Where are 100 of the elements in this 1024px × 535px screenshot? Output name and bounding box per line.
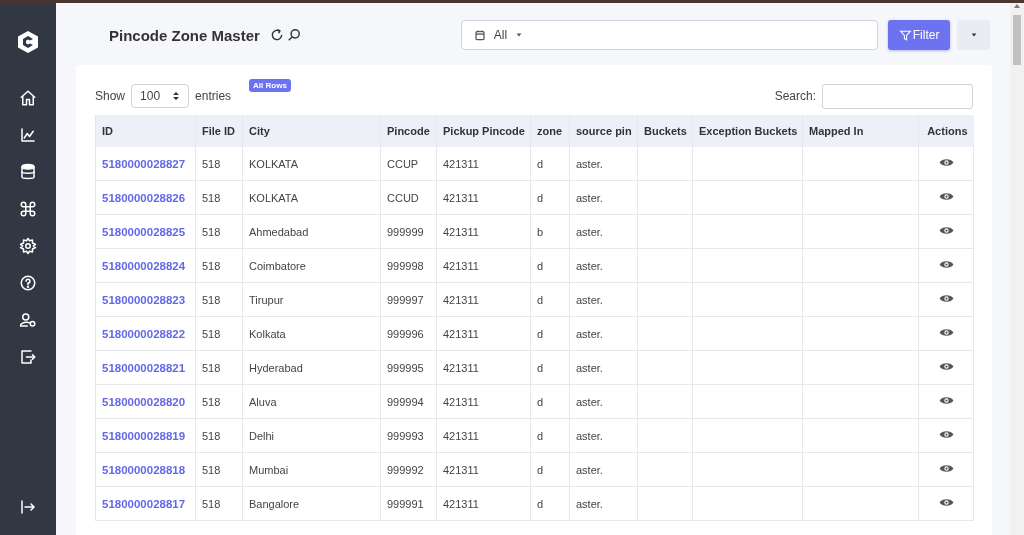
table-cell: 421311 [443,463,479,476]
calendar-icon [473,29,486,41]
table-cell: 518 [202,259,221,272]
table-cell: 421311 [443,361,479,374]
database-icon[interactable] [19,162,37,181]
filter-button[interactable]: Filter [888,20,950,50]
table-cell: 999996 [387,327,424,340]
view-icon[interactable] [938,429,954,440]
table-cell: 421311 [443,157,479,170]
table-cell: 421311 [443,225,479,238]
table-cell: 518 [202,463,221,476]
table-cell: Coimbatore [249,259,306,272]
column-header[interactable]: File ID [195,115,243,147]
command-icon[interactable] [19,199,37,218]
table-cell: 999992 [387,463,424,476]
table-cell: 421311 [443,497,479,510]
table-cell: 518 [202,225,221,238]
table-cell: aster. [576,395,603,408]
column-header[interactable]: Pickup Pincode [436,115,531,147]
caret-icon [515,31,524,39]
table-cell: 999997 [387,293,424,306]
table-cell: d [537,259,544,272]
table-cell: 999999 [387,225,424,238]
view-icon[interactable] [938,463,954,474]
view-icon[interactable] [938,157,954,168]
all-rows-badge[interactable]: All Rows [249,79,291,92]
table-cell: d [537,157,544,170]
column-header[interactable]: Buckets [637,115,693,147]
refresh-icon[interactable] [269,28,284,42]
table-cell: b [537,225,544,238]
table-cell: 421311 [443,191,479,204]
view-icon[interactable] [938,361,954,372]
scrollbar[interactable] [1010,3,1024,535]
show-label: Show [95,89,126,103]
table-cell: 518 [202,429,221,442]
table-cell: 421311 [443,395,479,408]
table-cell: KOLKATA [249,191,299,204]
table-cell: aster. [576,463,603,476]
column-header[interactable]: Mapped In [802,115,919,147]
table-cell: 421311 [443,259,479,272]
table-cell: aster. [576,429,603,442]
table-cell: 999998 [387,259,424,272]
date-filter[interactable]: All [460,20,879,50]
table-cell: d [537,191,544,204]
view-icon[interactable] [938,327,954,338]
view-icon[interactable] [938,225,954,236]
table-cell: aster. [576,327,603,340]
user-settings-icon[interactable] [19,310,37,329]
column-header[interactable]: zone [530,115,570,147]
table-cell: aster. [576,191,603,204]
table-cell: KOLKATA [249,157,299,170]
table-cell: 518 [202,191,221,204]
column-header[interactable]: Actions [918,115,974,147]
table-cell: 421311 [443,429,479,442]
table-cell: 518 [202,327,221,340]
column-header[interactable]: Pincode [380,115,437,147]
table-cell: aster. [576,157,603,170]
logout-icon[interactable] [19,497,37,516]
table-cell: d [537,395,544,408]
table-cell: d [537,497,544,510]
column-header[interactable]: source pin [569,115,638,147]
sort-arrows-icon [172,91,181,101]
search-field[interactable] [822,83,973,109]
table-cell: Delhi [249,429,275,442]
table-cell: 999994 [387,395,424,408]
table-cell: Kolkata [249,327,286,340]
scrollbar-thumb[interactable] [1013,15,1021,65]
table-cell: aster. [576,497,603,510]
page-title: Pincode Zone Master [109,26,260,44]
page-size-select[interactable]: 100 [131,84,190,108]
view-icon[interactable] [938,259,954,270]
table-cell: d [537,293,544,306]
table-cell: 518 [202,497,221,510]
table-cell: 518 [202,395,221,408]
table-cell: CCUP [387,157,419,170]
chart-icon[interactable] [19,125,37,144]
export-icon[interactable] [19,347,37,366]
table-cell: aster. [576,293,603,306]
column-header[interactable]: ID [95,115,196,147]
view-icon[interactable] [938,497,954,508]
help-icon[interactable] [19,273,37,292]
view-icon[interactable] [938,191,954,202]
home-icon[interactable] [19,88,37,107]
table-cell: aster. [576,259,603,272]
view-icon[interactable] [938,395,954,406]
settings-icon[interactable] [19,236,37,255]
table-cell: d [537,327,544,340]
table-cell: 518 [202,157,221,170]
table-cell: d [537,463,544,476]
view-icon[interactable] [938,293,954,304]
table-cell: Aluva [249,395,277,408]
table-cell: d [537,429,544,442]
column-header[interactable]: Exception Buckets [692,115,803,147]
table-cell: Tirupur [249,293,284,306]
logo-icon[interactable] [17,30,39,54]
search-label: Search: [774,89,816,103]
table-cell: aster. [576,361,603,374]
table-cell: d [537,361,544,374]
column-header[interactable]: City [242,115,381,147]
search-icon[interactable] [286,28,301,42]
